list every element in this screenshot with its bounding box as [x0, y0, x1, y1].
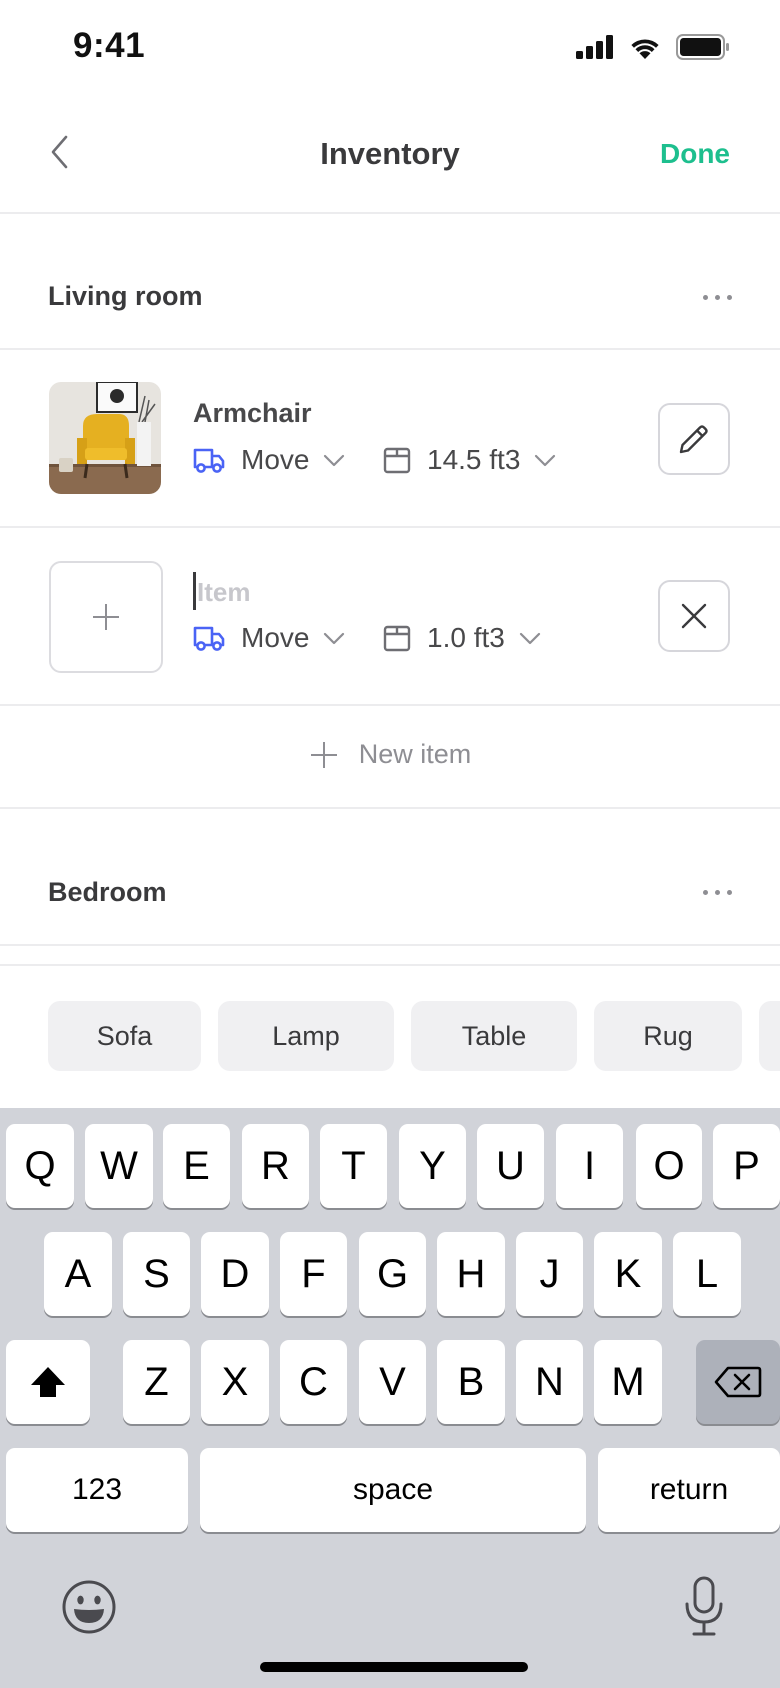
key-m[interactable]: M: [594, 1340, 662, 1424]
section-title-living-room: Living room: [48, 281, 203, 311]
key-a[interactable]: A: [44, 1232, 112, 1316]
key-x[interactable]: X: [201, 1340, 269, 1424]
item-photo-armchair[interactable]: [49, 382, 161, 494]
cellular-signal-icon: [576, 35, 613, 59]
key-g[interactable]: G: [359, 1232, 426, 1316]
truck-icon: [193, 626, 225, 651]
backspace-icon: [714, 1366, 762, 1398]
key-o[interactable]: O: [636, 1124, 702, 1208]
emoji-icon: [62, 1580, 116, 1634]
box-icon: [383, 447, 411, 474]
item-name[interactable]: Armchair: [193, 398, 312, 429]
space-key[interactable]: space: [200, 1448, 586, 1532]
key-y[interactable]: Y: [399, 1124, 466, 1208]
key-s[interactable]: S: [123, 1232, 190, 1316]
key-r[interactable]: R: [242, 1124, 309, 1208]
suggestion-chip[interactable]: Lamp: [218, 1001, 394, 1071]
key-k[interactable]: K: [594, 1232, 662, 1316]
status-time: 9:41: [73, 26, 146, 65]
move-dropdown[interactable]: Move: [193, 444, 345, 476]
pencil-icon: [679, 425, 708, 454]
truck-icon: [193, 448, 225, 473]
divider: [0, 944, 780, 946]
chevron-down-icon: [535, 454, 556, 466]
remove-item-button[interactable]: [658, 580, 730, 652]
key-u[interactable]: U: [477, 1124, 544, 1208]
suggestion-chips: Sofa Lamp Table Rug: [48, 1001, 780, 1071]
section-more-button[interactable]: [703, 292, 732, 302]
key-t[interactable]: T: [320, 1124, 387, 1208]
new-item-button[interactable]: New item: [0, 739, 780, 770]
shift-key[interactable]: [6, 1340, 90, 1424]
edit-item-button[interactable]: [658, 403, 730, 475]
plus-icon: [93, 604, 119, 630]
key-h[interactable]: H: [437, 1232, 505, 1316]
divider: [0, 348, 780, 350]
key-c[interactable]: C: [280, 1340, 347, 1424]
add-photo-button[interactable]: [49, 561, 163, 673]
section-more-button[interactable]: [703, 887, 732, 897]
text-cursor: [193, 572, 196, 610]
divider: [0, 704, 780, 706]
shift-icon: [31, 1367, 65, 1397]
key-l[interactable]: L: [673, 1232, 741, 1316]
key-b[interactable]: B: [437, 1340, 505, 1424]
key-e[interactable]: E: [163, 1124, 230, 1208]
suggestion-chip[interactable]: Table: [411, 1001, 577, 1071]
move-dropdown[interactable]: Move: [193, 622, 345, 654]
item-name-input[interactable]: Item: [197, 577, 250, 608]
key-f[interactable]: F: [280, 1232, 347, 1316]
suggestion-chip[interactable]: Sofa: [48, 1001, 201, 1071]
home-indicator: [260, 1662, 528, 1672]
volume-label: 1.0 ft3: [427, 622, 505, 653]
emoji-button[interactable]: [60, 1578, 118, 1636]
box-icon: [383, 625, 411, 652]
key-q[interactable]: Q: [6, 1124, 74, 1208]
key-w[interactable]: W: [85, 1124, 153, 1208]
status-icons: [576, 34, 730, 60]
key-p[interactable]: P: [713, 1124, 780, 1208]
divider: [0, 807, 780, 809]
move-label: Move: [241, 444, 310, 475]
new-item-label: New item: [358, 739, 472, 769]
delete-key[interactable]: [696, 1340, 780, 1424]
divider: [0, 526, 780, 528]
chevron-down-icon: [519, 632, 540, 644]
chevron-down-icon: [324, 632, 345, 644]
suggestion-chip-partial[interactable]: [759, 1001, 780, 1071]
section-title-bedroom: Bedroom: [48, 877, 167, 907]
keyboard: Q W E R T Y U I O P A S D F G H J K L Z …: [0, 1108, 780, 1688]
armchair-photo-image: [49, 382, 161, 494]
suggestion-chip[interactable]: Rug: [594, 1001, 742, 1071]
done-button[interactable]: Done: [660, 138, 730, 170]
volume-dropdown[interactable]: 1.0 ft3: [383, 622, 541, 654]
key-i[interactable]: I: [556, 1124, 623, 1208]
microphone-icon: [685, 1576, 723, 1636]
chevron-down-icon: [324, 454, 345, 466]
battery-icon: [676, 34, 729, 60]
key-j[interactable]: J: [516, 1232, 583, 1316]
move-label: Move: [241, 622, 310, 653]
volume-dropdown[interactable]: 14.5 ft3: [383, 444, 556, 476]
wifi-icon: [631, 38, 659, 59]
dictation-button[interactable]: [682, 1576, 726, 1638]
close-icon: [681, 603, 707, 629]
suggestions-divider: [0, 964, 780, 966]
divider: [0, 212, 780, 214]
numbers-key[interactable]: 123: [6, 1448, 188, 1532]
key-v[interactable]: V: [359, 1340, 426, 1424]
key-n[interactable]: N: [516, 1340, 583, 1424]
volume-label: 14.5 ft3: [427, 444, 521, 475]
return-key[interactable]: return: [598, 1448, 780, 1532]
plus-icon: [310, 741, 337, 768]
key-d[interactable]: D: [201, 1232, 269, 1316]
key-z[interactable]: Z: [123, 1340, 190, 1424]
